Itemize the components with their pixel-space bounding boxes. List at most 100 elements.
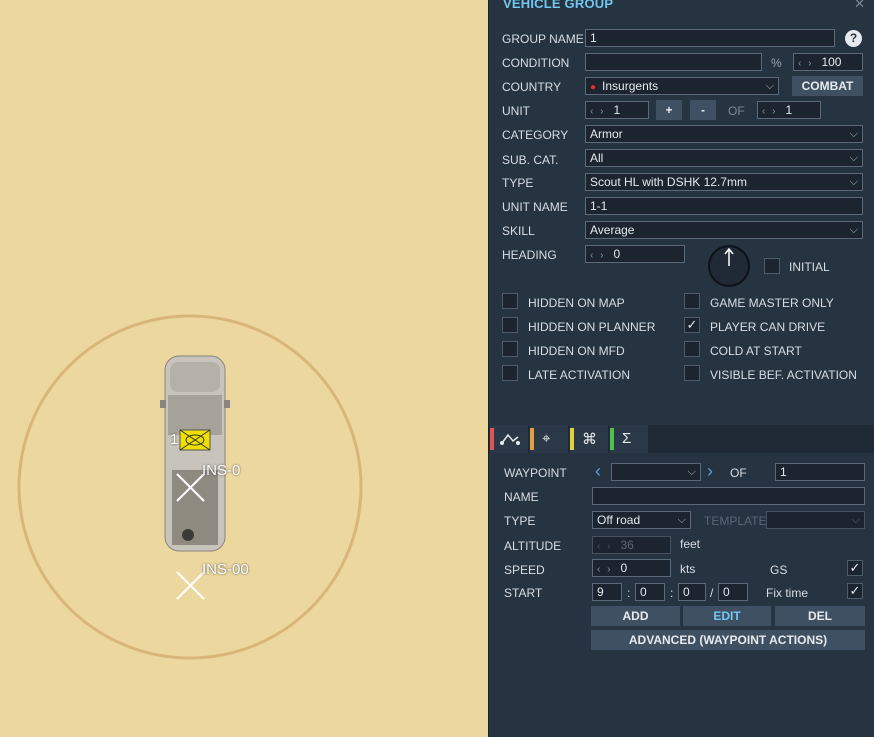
category-label: CATEGORY <box>502 128 569 142</box>
late-activation-label: LATE ACTIVATION <box>528 368 631 382</box>
waypoint-marker-icon[interactable] <box>176 571 205 600</box>
panel-title: VEHICLE GROUP <box>503 0 614 11</box>
del-waypoint-button[interactable]: DEL <box>775 606 865 626</box>
country-label: COUNTRY <box>502 80 562 94</box>
category-select[interactable]: Armor ⌵ <box>585 125 863 143</box>
hidden-on-planner-checkbox[interactable] <box>502 317 518 333</box>
vehicle-icon[interactable] <box>160 355 230 552</box>
heading-dial-icon[interactable] <box>707 244 751 288</box>
unit-number-label: 1 <box>170 431 179 448</box>
map-canvas[interactable] <box>0 0 488 737</box>
help-icon[interactable]: ? <box>845 30 862 47</box>
gs-checkbox[interactable]: ✓ <box>847 560 863 576</box>
time-separator: : <box>670 586 674 600</box>
start-minutes-input[interactable]: 0 <box>635 583 665 601</box>
spinner-icon[interactable]: ‹ › <box>762 106 777 117</box>
template-select[interactable]: ⌵ <box>766 511 865 529</box>
waypoint-type-select[interactable]: Off road ⌵ <box>592 511 691 529</box>
type-select[interactable]: Scout HL with DSHK 12.7mm ⌵ <box>585 173 863 191</box>
route-icon <box>500 433 520 445</box>
start-seconds-input[interactable]: 0 <box>678 583 706 601</box>
vehicle-group-panel: VEHICLE GROUP ✕ GROUP NAME 1 ? CONDITION… <box>488 0 874 737</box>
condition-input[interactable]: ‹ › 100 <box>793 53 863 71</box>
spinner-icon[interactable]: ‹ › <box>597 541 612 552</box>
prev-waypoint-icon[interactable]: ‹ <box>595 461 601 482</box>
player-can-drive-label: PLAYER CAN DRIVE <box>710 320 826 334</box>
chevron-down-icon: ⌵ <box>677 514 686 526</box>
waypoint-total-input[interactable]: 1 <box>775 463 865 481</box>
map-view[interactable]: 1 INS-0 INS-00 <box>0 0 488 737</box>
spinner-icon[interactable]: ‹ › <box>798 58 813 69</box>
speed-input[interactable]: ‹ › 0 <box>592 559 671 577</box>
hidden-on-mfd-checkbox[interactable] <box>502 341 518 357</box>
unit-total-value: 1 <box>785 103 793 117</box>
add-unit-button[interactable]: + <box>656 100 682 120</box>
late-activation-checkbox[interactable] <box>502 365 518 381</box>
game-master-only-checkbox[interactable] <box>684 293 700 309</box>
visible-bef-activation-checkbox[interactable] <box>684 365 700 381</box>
skill-select[interactable]: Average ⌵ <box>585 221 863 239</box>
category-value: Armor <box>590 127 623 141</box>
unit-value: 1 <box>613 103 621 117</box>
heading-input[interactable]: ‹ › 0 <box>585 245 685 263</box>
country-select[interactable]: ● Insurgents ⌵ <box>585 77 779 95</box>
unit-label: UNIT <box>502 104 530 118</box>
spinner-icon[interactable]: ‹ › <box>590 250 605 261</box>
spinner-icon[interactable]: ‹ › <box>597 564 612 575</box>
waypoint-section: WAYPOINT ‹ ⌵ › OF 1 NAME TYPE Off road ⌵ … <box>489 453 874 737</box>
waypoint-select[interactable]: ⌵ <box>611 463 701 481</box>
altitude-input[interactable]: ‹ › 36 <box>592 536 671 554</box>
initial-checkbox[interactable] <box>764 258 780 274</box>
hidden-on-map-checkbox[interactable] <box>502 293 518 309</box>
skill-value: Average <box>590 223 635 237</box>
day-separator: / <box>710 586 714 600</box>
close-icon[interactable]: ✕ <box>854 0 865 12</box>
spinner-icon[interactable]: ‹ › <box>590 106 605 117</box>
type-label: TYPE <box>502 176 534 190</box>
start-day-input[interactable]: 0 <box>718 583 748 601</box>
start-hours-input[interactable]: 9 <box>592 583 622 601</box>
group-name-input[interactable]: 1 <box>585 29 835 47</box>
edit-waypoint-button[interactable]: EDIT <box>683 606 771 626</box>
initial-label: INITIAL <box>789 260 830 274</box>
type-value: Scout HL with DSHK 12.7mm <box>590 175 747 189</box>
altitude-unit: feet <box>680 537 701 551</box>
tab-summary[interactable]: Σ <box>610 425 648 453</box>
tab-color-bar <box>570 428 574 450</box>
chevron-down-icon: ⌵ <box>849 224 858 236</box>
remove-unit-button[interactable]: - <box>690 100 716 120</box>
percent-sign: % <box>771 56 782 70</box>
unit-total-input[interactable]: ‹ › 1 <box>757 101 821 119</box>
waypoint-name-input[interactable] <box>592 487 865 505</box>
waypoint-label: INS-0 <box>202 462 241 479</box>
combat-button[interactable]: COMBAT <box>792 76 863 96</box>
advanced-waypoint-actions-button[interactable]: ADVANCED (WAYPOINT ACTIONS) <box>591 630 865 650</box>
condition-value: 100 <box>821 55 842 69</box>
gs-label: GS <box>770 563 788 577</box>
condition-label: CONDITION <box>502 56 570 70</box>
add-waypoint-button[interactable]: ADD <box>591 606 680 626</box>
chevron-down-icon: ⌵ <box>849 176 858 188</box>
tab-payload[interactable]: ⌘ <box>570 425 608 453</box>
player-can-drive-checkbox[interactable]: ✓ <box>684 317 700 333</box>
unit-name-input[interactable]: 1-1 <box>585 197 863 215</box>
fix-time-checkbox[interactable]: ✓ <box>847 583 863 599</box>
sub-cat-select[interactable]: All ⌵ <box>585 149 863 167</box>
target-icon: ⌖ <box>542 430 551 447</box>
country-value: Insurgents <box>602 79 659 93</box>
tab-route[interactable] <box>490 425 528 453</box>
tab-bar: ⌖ ⌘ Σ <box>489 425 874 453</box>
chevron-down-icon: ⌵ <box>851 514 860 526</box>
hidden-on-planner-label: HIDDEN ON PLANNER <box>528 320 656 334</box>
sub-cat-value: All <box>590 151 604 165</box>
tab-target[interactable]: ⌖ <box>530 425 568 453</box>
cold-at-start-checkbox[interactable] <box>684 341 700 357</box>
next-waypoint-icon[interactable]: › <box>707 461 713 482</box>
tab-color-bar <box>610 428 614 450</box>
unit-marker-icon[interactable] <box>179 429 211 451</box>
chevron-down-icon: ⌵ <box>765 80 774 92</box>
country-flag-icon: ● <box>590 82 597 93</box>
heading-value: 0 <box>613 247 621 261</box>
unit-input[interactable]: ‹ › 1 <box>585 101 649 119</box>
condition-slider[interactable] <box>585 53 762 71</box>
